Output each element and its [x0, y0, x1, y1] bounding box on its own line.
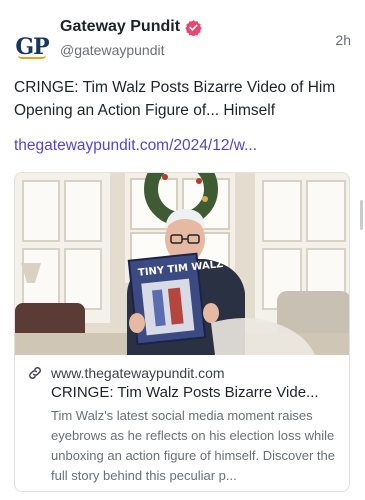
author-handle[interactable]: @gatewaypundit — [60, 42, 165, 58]
scrollbar-thumb[interactable] — [360, 200, 363, 230]
link-preview-domain: www.thegatewaypundit.com — [51, 365, 225, 381]
link-preview-card[interactable]: TINY TIM WALZ www.thegatewaypundit.com C… — [14, 172, 350, 492]
author-row: Gateway Pundit — [60, 18, 202, 36]
link-preview-image[interactable]: TINY TIM WALZ — [15, 173, 349, 355]
avatar[interactable]: GP — [14, 22, 50, 59]
post-text: CRINGE: Tim Walz Posts Bizarre Video of … — [14, 79, 336, 119]
author-name[interactable]: Gateway Pundit — [60, 18, 180, 36]
post-card[interactable]: GP Gateway Pundit @gatewaypundit 2h CRIN… — [0, 0, 357, 500]
verified-badge-icon — [185, 19, 202, 36]
link-preview-title[interactable]: CRINGE: Tim Walz Posts Bizarre Vide... — [51, 383, 341, 403]
link-preview-domain-row: www.thegatewaypundit.com — [27, 363, 339, 383]
post-link[interactable]: thegatewaypundit.com/2024/12/w... — [14, 137, 257, 155]
link-preview-meta: www.thegatewaypundit.com CRINGE: Tim Wal… — [15, 359, 349, 486]
avatar-swoosh — [18, 55, 46, 59]
link-icon — [27, 365, 43, 381]
post-timestamp[interactable]: 2h — [335, 32, 351, 48]
link-preview-description: Tim Walz's latest social media moment ra… — [51, 408, 335, 483]
scrollbar[interactable] — [357, 0, 365, 500]
